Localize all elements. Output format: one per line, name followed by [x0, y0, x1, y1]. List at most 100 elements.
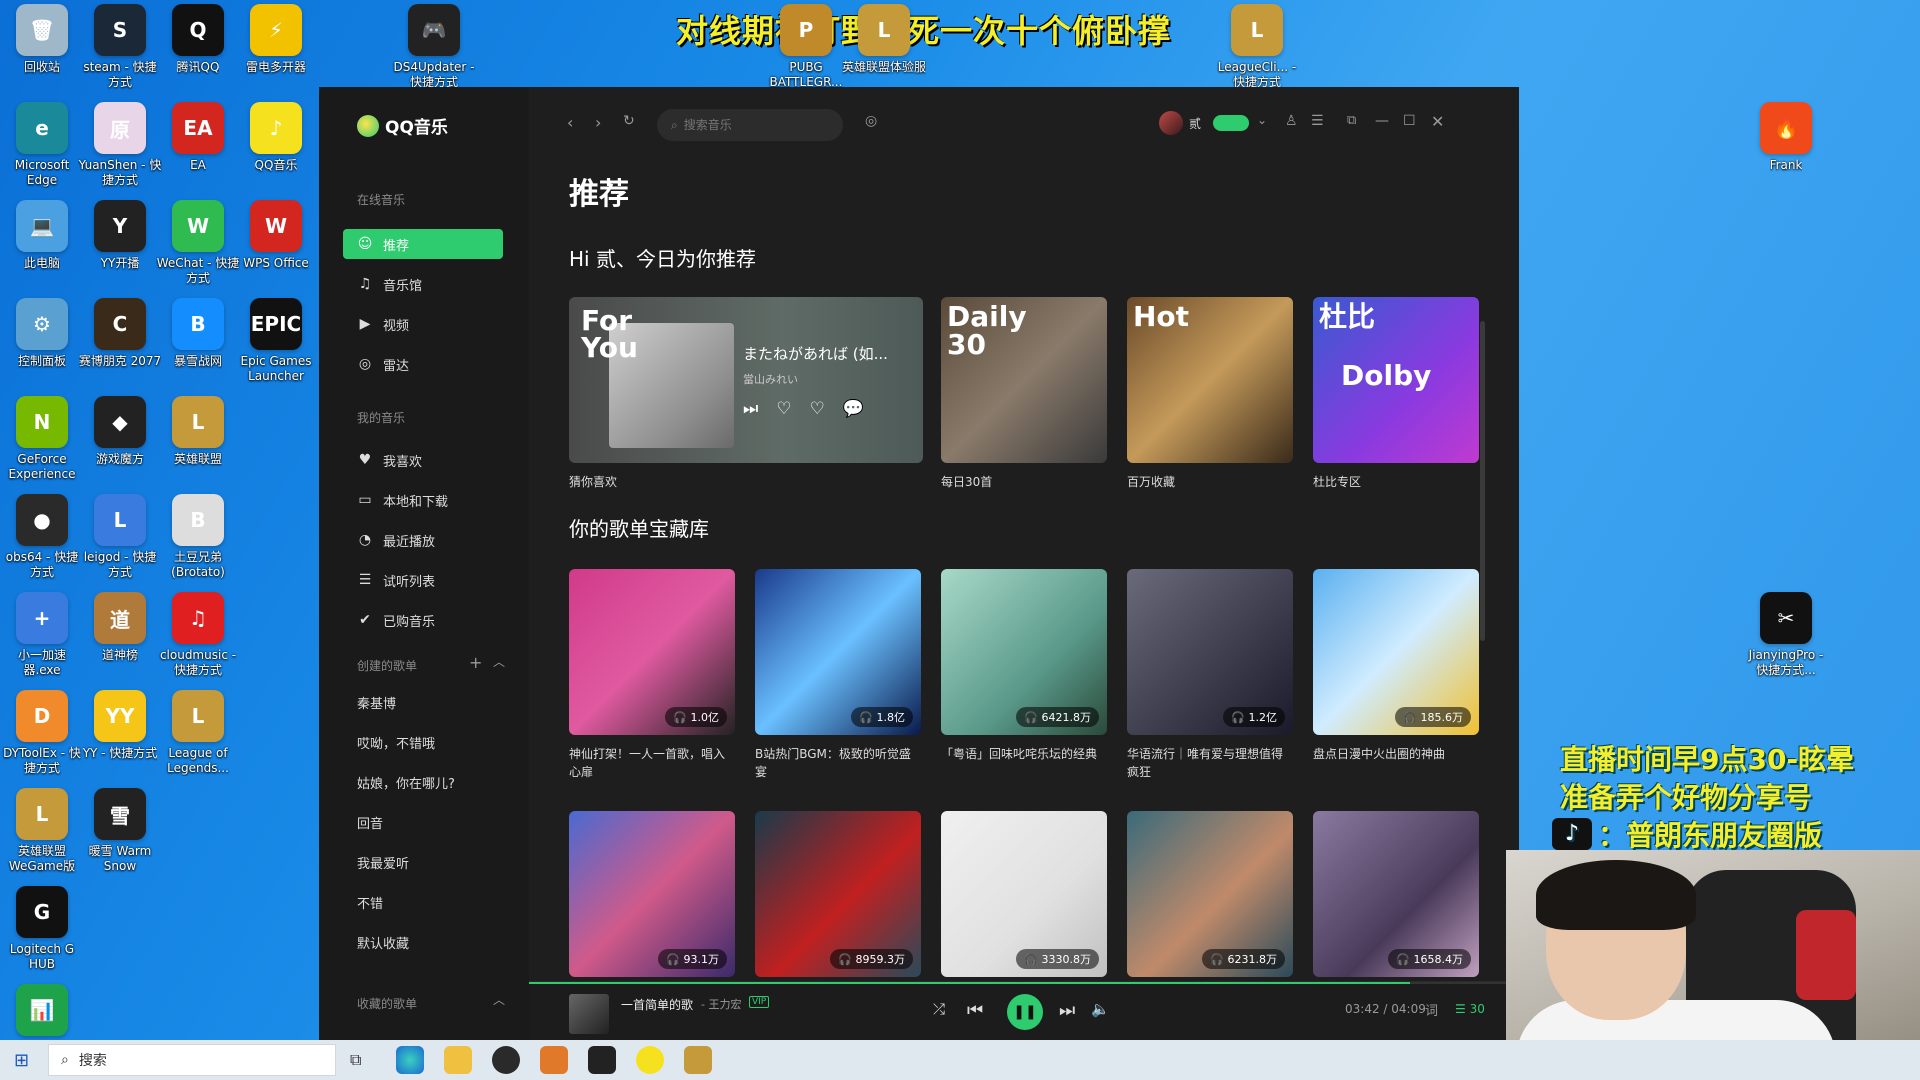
desktop-icon[interactable]: C 赛博朋克 2077: [78, 298, 162, 369]
league-taskbar-icon[interactable]: [684, 1046, 712, 1074]
desktop-icon[interactable]: N GeForce Experience: [0, 396, 84, 482]
scrollbar[interactable]: [1480, 321, 1485, 641]
desktop-icon[interactable]: EPIC Epic Games Launcher: [234, 298, 318, 384]
play-next-icon[interactable]: ⏭: [743, 399, 758, 419]
desktop-icon[interactable]: ⚙ 控制面板: [0, 298, 84, 369]
desktop-icon[interactable]: L LeagueCli... - 快捷方式: [1215, 4, 1299, 90]
chevron-down-icon[interactable]: ⌄: [1257, 113, 1267, 127]
desktop-icon[interactable]: B 暴雪战网: [156, 298, 240, 369]
desktop-icon[interactable]: 雪暖雪 Warm Snow: [78, 788, 162, 874]
back-icon[interactable]: ‹: [567, 113, 573, 132]
task-view-icon[interactable]: ⧉: [350, 1050, 361, 1070]
desktop-icon[interactable]: YY YY - 快捷方式: [78, 690, 162, 761]
desktop-icon[interactable]: D DYToolEx - 快捷方式: [0, 690, 84, 776]
skin-icon[interactable]: ♙: [1285, 113, 1298, 129]
queue-count[interactable]: ☰ 30: [1455, 1002, 1485, 1016]
search-box[interactable]: ⌕: [657, 109, 843, 141]
next-icon[interactable]: ⏭: [1059, 1000, 1075, 1021]
vip-badge-icon[interactable]: [1213, 115, 1249, 131]
menu-icon[interactable]: ☰: [1311, 113, 1324, 129]
maximize-icon[interactable]: ☐: [1403, 113, 1416, 129]
edge-taskbar-icon[interactable]: [396, 1046, 424, 1074]
now-playing-cover[interactable]: [569, 994, 609, 1034]
add-playlist-icon[interactable]: +: [469, 653, 482, 672]
playlist-card[interactable]: 🎧 1.8亿 B站热门BGM：极致的听觉盛宴: [755, 569, 921, 781]
dytool-taskbar-icon[interactable]: [540, 1046, 568, 1074]
desktop-icon[interactable]: e Microsoft Edge: [0, 102, 84, 188]
desktop-icon[interactable]: 📊: [0, 984, 84, 1040]
sidebar-my-music-item[interactable]: ▭ 本地和下载: [343, 485, 503, 515]
playlist-card[interactable]: 🎧 6421.8万 「粤语」回味叱咤乐坛的经典: [941, 569, 1107, 763]
sidebar-online-item[interactable]: ◎ 雷达: [343, 349, 503, 379]
sidebar-playlist-item[interactable]: 默认收藏: [357, 933, 409, 952]
desktop-icon[interactable]: L League of Legends...: [156, 690, 240, 776]
playlist-card[interactable]: 🎧 1.2亿 华语流行｜唯有爱与理想值得疯狂: [1127, 569, 1293, 781]
desktop-icon[interactable]: EA EA: [156, 102, 240, 173]
recommend-card[interactable]: Daily 30 每日30首: [941, 297, 1107, 491]
desktop-icon[interactable]: L 英雄联盟体验服: [842, 4, 926, 75]
playlist-card[interactable]: 🎧 1.0亿 神仙打架！一人一首歌，唱入心扉: [569, 569, 735, 781]
desktop-icon[interactable]: 道道神榜: [78, 592, 162, 663]
username[interactable]: 贰: [1189, 115, 1201, 132]
recommend-card[interactable]: 杜比 Dolby 杜比专区: [1313, 297, 1479, 491]
sidebar-playlist-item[interactable]: 姑娘，你在哪儿?: [357, 773, 455, 792]
collapse-created-icon[interactable]: ︿: [493, 653, 505, 670]
sidebar-online-item[interactable]: ▶ 视频: [343, 309, 503, 339]
sidebar-playlist-item[interactable]: 我最爱听: [357, 853, 409, 872]
desktop-icon[interactable]: 💻 此电脑: [0, 200, 84, 271]
sidebar-my-music-item[interactable]: ◔ 最近播放: [343, 525, 503, 555]
desktop-icon[interactable]: Lleigod - 快捷方式: [78, 494, 162, 580]
desktop-icon[interactable]: P PUBG BATTLEGR...: [764, 4, 848, 90]
for-you-card[interactable]: For You またねがあれば (如... 當山みれい ⏭ ♡ ♡ 💬: [569, 297, 923, 463]
desktop-icon[interactable]: ✂ JianyingPro - 快捷方式...: [1744, 592, 1828, 678]
collapse-collected-icon[interactable]: ︿: [493, 991, 505, 1008]
sidebar-playlist-item[interactable]: 回音: [357, 813, 383, 832]
sidebar-playlist-item[interactable]: 秦基博: [357, 693, 396, 712]
now-playing-song[interactable]: 一首简单的歌: [621, 996, 693, 1013]
forward-icon[interactable]: ›: [595, 113, 601, 132]
playlist-card[interactable]: 🎧 8959.3万: [755, 811, 921, 981]
desktop-icon[interactable]: 🔥 Frank: [1744, 102, 1828, 173]
desktop-icon[interactable]: Q 腾讯QQ: [156, 4, 240, 75]
windows-start-icon[interactable]: ⊞: [14, 1050, 29, 1071]
desktop-icon[interactable]: 原 YuanShen - 快捷方式: [78, 102, 162, 188]
playlist-card[interactable]: 🎧 1658.4万: [1313, 811, 1479, 981]
sidebar-online-item[interactable]: ☺ 推荐: [343, 229, 503, 259]
obs-taskbar-icon[interactable]: [492, 1046, 520, 1074]
volume-icon[interactable]: 🔈: [1091, 1000, 1110, 1018]
voice-search-icon[interactable]: ◎: [865, 113, 877, 129]
previous-icon[interactable]: ⏮: [967, 1000, 983, 1021]
minimize-icon[interactable]: —: [1375, 113, 1389, 129]
close-icon[interactable]: ✕: [1431, 112, 1444, 131]
mini-mode-icon[interactable]: ⧉: [1347, 113, 1356, 128]
recommend-card[interactable]: Hot 百万收藏: [1127, 297, 1293, 491]
for-you-caption[interactable]: 猜你喜欢: [569, 473, 617, 490]
for-you-song[interactable]: またねがあれば (如...: [743, 343, 913, 364]
taskbar-search[interactable]: ⌕ 搜索: [48, 1044, 336, 1076]
desktop-icon[interactable]: ● obs64 - 快捷方式: [0, 494, 84, 580]
pause-button[interactable]: ❚❚: [1007, 994, 1043, 1030]
desktop-icon[interactable]: ♪ QQ音乐: [234, 102, 318, 173]
desktop-icon[interactable]: B 土豆兄弟 (Brotato): [156, 494, 240, 580]
qq-music-taskbar-icon[interactable]: [636, 1046, 664, 1074]
desktop-icon[interactable]: Ssteam - 快捷方式: [78, 4, 162, 90]
refresh-icon[interactable]: ↻: [623, 113, 635, 129]
playlist-card[interactable]: 🎧 185.6万 盘点日漫中火出圈的神曲: [1313, 569, 1479, 763]
desktop-icon[interactable]: + 小一加速器.exe: [0, 592, 84, 678]
desktop-icon[interactable]: W WPS Office: [234, 200, 318, 271]
desktop-icon[interactable]: 🗑 回收站: [0, 4, 84, 75]
for-you-artist[interactable]: 當山みれい: [743, 371, 798, 387]
playlist-card[interactable]: 🎧 6231.8万: [1127, 811, 1293, 981]
progress-bar[interactable]: [529, 982, 1519, 984]
avatar[interactable]: [1159, 111, 1183, 135]
app-logo[interactable]: QQ音乐: [357, 113, 448, 138]
yy-taskbar-icon[interactable]: [588, 1046, 616, 1074]
sidebar-my-music-item[interactable]: ♥ 我喜欢: [343, 445, 503, 475]
desktop-icon[interactable]: ♫ cloudmusic - 快捷方式: [156, 592, 240, 678]
desktop-icon[interactable]: ⚡ 雷电多开器: [234, 4, 318, 75]
sidebar-my-music-item[interactable]: ✔ 已购音乐: [343, 605, 503, 635]
search-input[interactable]: [683, 118, 824, 132]
desktop-icon[interactable]: W WeChat - 快捷方式: [156, 200, 240, 286]
desktop-icon[interactable]: L 英雄联盟: [156, 396, 240, 467]
sidebar-my-music-item[interactable]: ☰ 试听列表: [343, 565, 503, 595]
